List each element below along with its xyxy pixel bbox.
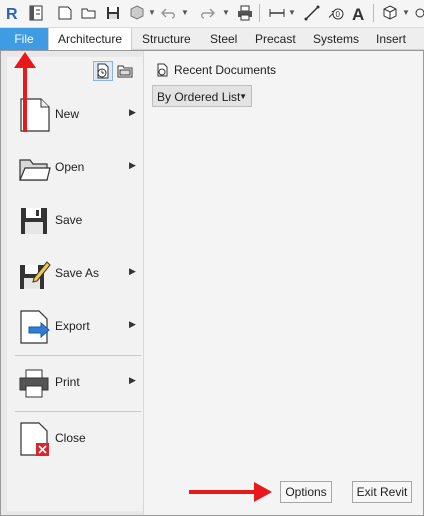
annotation-overlay (14, 52, 272, 502)
annotation-arrow-right (189, 482, 272, 502)
annotation-arrow-up (14, 52, 36, 132)
